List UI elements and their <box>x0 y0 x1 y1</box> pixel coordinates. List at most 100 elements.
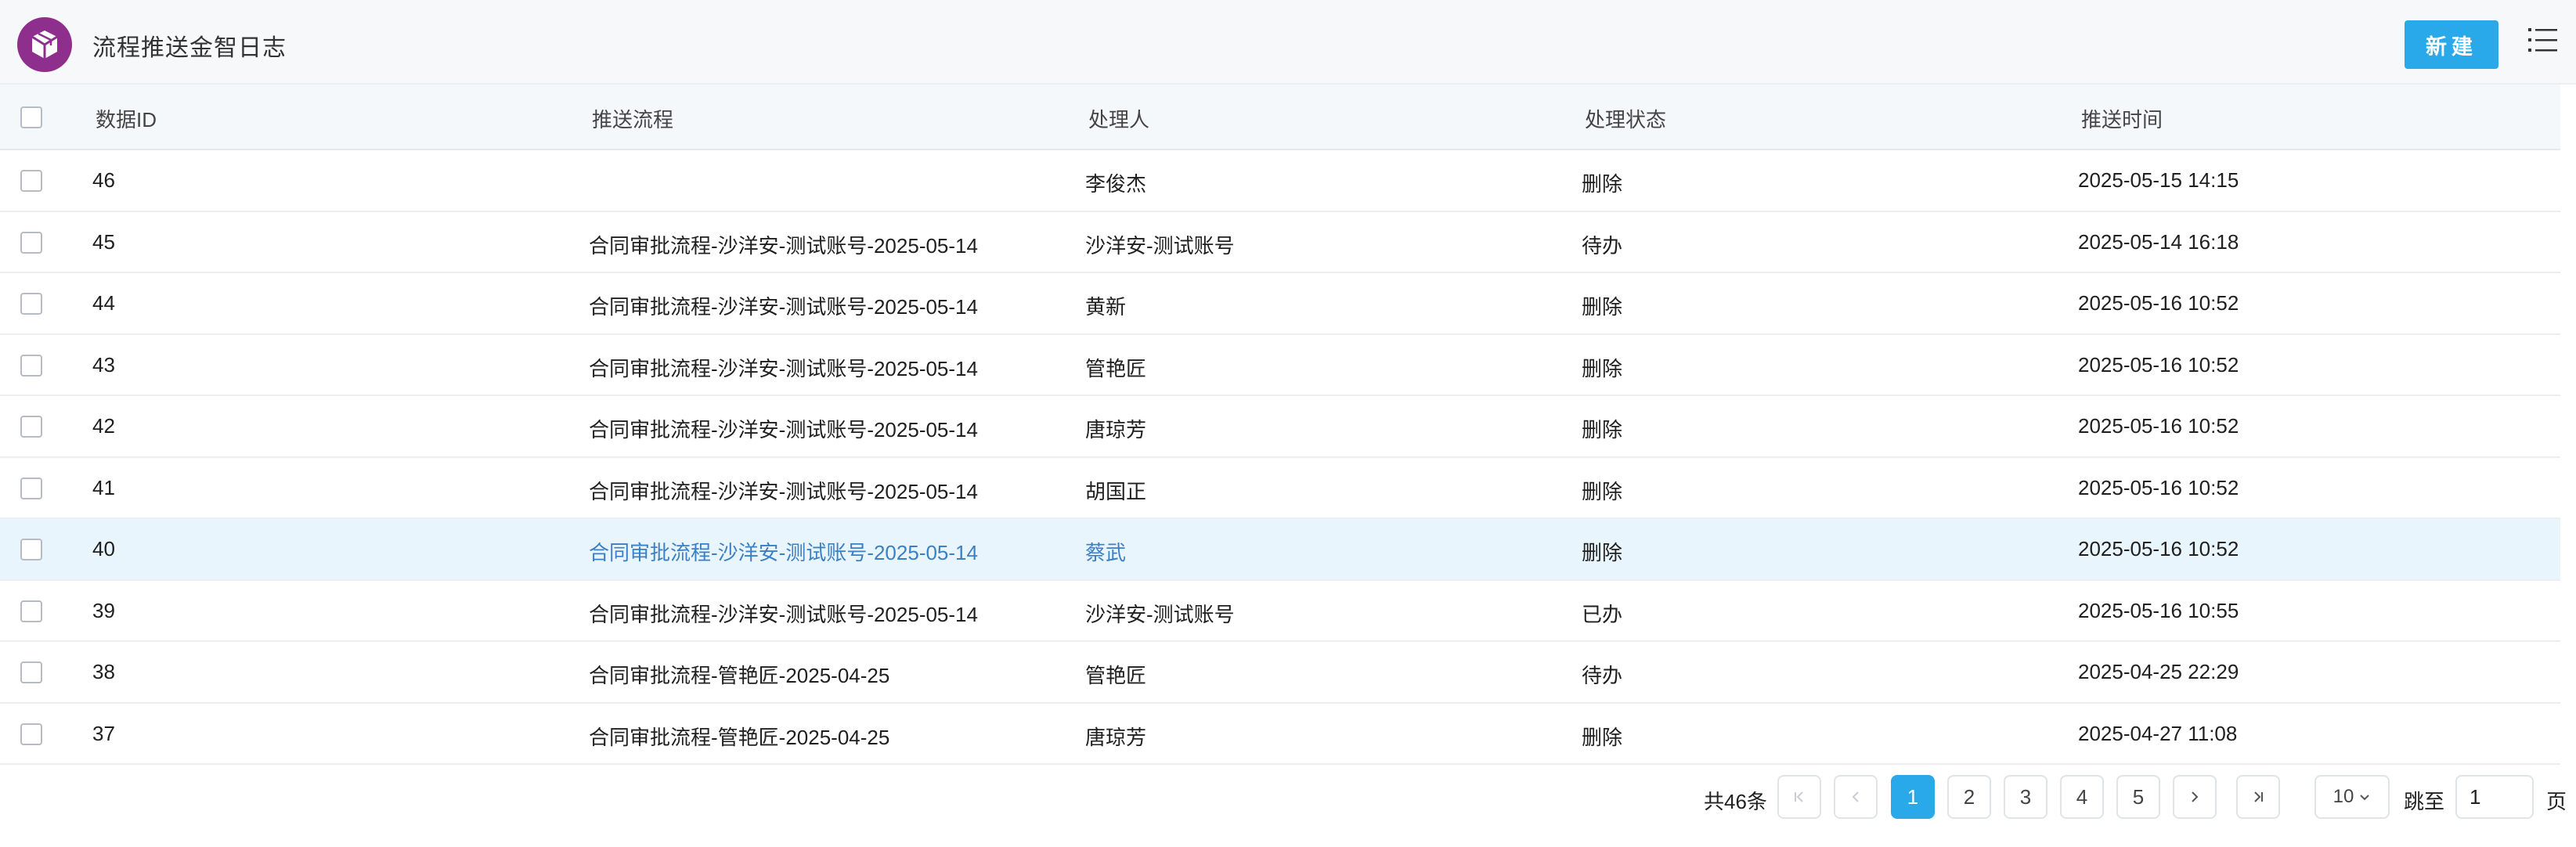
page-size-value: 10 <box>2332 786 2354 807</box>
table-row[interactable]: 41 合同审批流程-沙洋安-测试账号-2025-05-14 胡国正 删除 2025-05… <box>0 457 2560 519</box>
cell-status: 删除 <box>1582 541 1623 564</box>
row-checkbox[interactable] <box>20 354 42 377</box>
page-size-select[interactable]: 10 <box>2314 775 2390 819</box>
column-header-handler[interactable]: 处理人 <box>1088 104 1149 133</box>
chevron-left-icon <box>1852 791 1859 802</box>
app-root: 流程推送金智日志 新建 数据ID 推送流程 处理人 处理状态 推送时间 46 李俊… <box>0 0 2576 847</box>
next-page-button[interactable] <box>2173 775 2217 819</box>
cell-handler: 蔡武 <box>1085 541 1127 564</box>
column-header-status[interactable]: 处理状态 <box>1585 104 1666 133</box>
cube-icon <box>17 17 72 72</box>
first-page-button[interactable] <box>1777 775 1821 819</box>
cell-flow: 合同审批流程-沙洋安-测试账号-2025-05-14 <box>589 233 978 258</box>
cell-flow: 合同审批流程-沙洋安-测试账号-2025-05-14 <box>589 418 978 442</box>
cell-status: 待办 <box>1582 664 1623 687</box>
page-title: 流程推送金智日志 <box>92 35 287 61</box>
cell-id: 39 <box>92 598 115 622</box>
cell-time: 2025-05-16 10:52 <box>2078 414 2239 438</box>
row-checkbox[interactable] <box>20 293 42 315</box>
cell-time: 2025-05-14 16:18 <box>2078 229 2239 254</box>
column-header-id[interactable]: 数据ID <box>96 104 157 133</box>
cell-handler: 唐琼芳 <box>1085 725 1147 749</box>
cell-time: 2025-05-16 10:52 <box>2078 291 2239 315</box>
cell-status: 已办 <box>1582 602 1623 626</box>
table-body: 46 李俊杰 删除 2025-05-15 14:15 45 合同审批流程-沙洋安-测试账号… <box>0 150 2560 765</box>
cell-time: 2025-05-16 10:52 <box>2078 352 2239 377</box>
cell-handler: 管艳匠 <box>1085 356 1147 380</box>
cell-id: 41 <box>92 475 115 499</box>
cell-status: 待办 <box>1582 233 1623 258</box>
total-count: 共46条 <box>1704 790 1767 813</box>
cell-id: 38 <box>92 660 115 683</box>
cell-handler: 管艳匠 <box>1085 664 1147 687</box>
row-checkbox[interactable] <box>20 416 42 438</box>
cell-id: 42 <box>92 414 115 438</box>
page-button-4[interactable]: 4 <box>2060 775 2104 819</box>
last-page-button[interactable] <box>2236 775 2280 819</box>
row-checkbox[interactable] <box>20 231 42 254</box>
jump-page-input[interactable] <box>2455 775 2534 819</box>
row-checkbox[interactable] <box>20 600 42 622</box>
cell-flow: 合同审批流程-沙洋安-测试账号-2025-05-14 <box>589 479 978 503</box>
cell-status: 删除 <box>1582 295 1623 319</box>
list-icon[interactable] <box>2527 27 2559 53</box>
cell-time: 2025-04-25 22:29 <box>2078 660 2239 683</box>
page-button-1[interactable]: 1 <box>1891 775 1935 819</box>
cell-status: 删除 <box>1582 418 1623 442</box>
cell-status: 删除 <box>1582 172 1623 196</box>
table-row[interactable]: 45 合同审批流程-沙洋安-测试账号-2025-05-14 沙洋安-测试账号 待办 20… <box>0 211 2560 273</box>
data-table: 数据ID 推送流程 处理人 处理状态 推送时间 46 李俊杰 删除 2025-05-1… <box>0 85 2560 765</box>
table-row[interactable]: 37 合同审批流程-管艳匠-2025-04-25 唐琼芳 删除 2025-04-27 1… <box>0 703 2560 765</box>
first-page-icon <box>1795 791 1803 802</box>
cell-handler: 黄新 <box>1085 295 1127 319</box>
row-checkbox[interactable] <box>20 539 42 560</box>
column-header-time[interactable]: 推送时间 <box>2081 104 2163 133</box>
pagination: 共46条 1 2 3 4 5 10 跳至 页 <box>0 767 2576 822</box>
table-row[interactable]: 38 合同审批流程-管艳匠-2025-04-25 管艳匠 待办 2025-04-25 2… <box>0 642 2560 704</box>
cell-flow: 合同审批流程-沙洋安-测试账号-2025-05-14 <box>589 541 978 564</box>
cell-id: 37 <box>92 721 115 745</box>
cell-time: 2025-04-27 11:08 <box>2078 721 2238 745</box>
row-checkbox[interactable] <box>20 723 42 745</box>
prev-page-button[interactable] <box>1834 775 1878 819</box>
cell-id: 45 <box>92 229 115 254</box>
cell-status: 删除 <box>1582 725 1623 749</box>
cell-id: 44 <box>92 291 115 315</box>
page-button-2[interactable]: 2 <box>1947 775 1991 819</box>
chevron-right-icon <box>2192 791 2199 802</box>
cell-flow: 合同审批流程-沙洋安-测试账号-2025-05-14 <box>589 295 978 319</box>
table-row[interactable]: 40 合同审批流程-沙洋安-测试账号-2025-05-14 蔡武 删除 2025-05-… <box>0 519 2560 581</box>
cell-flow: 合同审批流程-沙洋安-测试账号-2025-05-14 <box>589 602 978 626</box>
cell-handler: 沙洋安-测试账号 <box>1085 233 1235 258</box>
table-row[interactable]: 42 合同审批流程-沙洋安-测试账号-2025-05-14 唐琼芳 删除 2025-05… <box>0 396 2560 458</box>
new-button[interactable]: 新建 <box>2405 20 2498 69</box>
table-header: 数据ID 推送流程 处理人 处理状态 推送时间 <box>0 85 2560 150</box>
select-all-checkbox[interactable] <box>20 106 42 128</box>
row-checkbox[interactable] <box>20 170 42 192</box>
cell-flow: 合同审批流程-沙洋安-测试账号-2025-05-14 <box>589 356 978 380</box>
page-unit-label: 页 <box>2546 790 2567 813</box>
cell-time: 2025-05-16 10:52 <box>2078 475 2239 499</box>
page-button-3[interactable]: 3 <box>2004 775 2047 819</box>
table-row[interactable]: 39 合同审批流程-沙洋安-测试账号-2025-05-14 沙洋安-测试账号 已办 20… <box>0 580 2560 642</box>
page-button-5[interactable]: 5 <box>2116 775 2160 819</box>
cell-handler: 李俊杰 <box>1085 172 1147 196</box>
row-checkbox[interactable] <box>20 661 42 683</box>
cell-id: 46 <box>92 168 115 192</box>
chevron-down-icon <box>2360 795 2370 801</box>
cell-id: 40 <box>92 537 115 560</box>
table-row[interactable]: 44 合同审批流程-沙洋安-测试账号-2025-05-14 黄新 删除 2025-05-… <box>0 273 2560 335</box>
cell-flow: 合同审批流程-管艳匠-2025-04-25 <box>589 725 890 749</box>
column-header-flow[interactable]: 推送流程 <box>592 104 673 133</box>
jump-label: 跳至 <box>2404 790 2445 813</box>
cell-time: 2025-05-15 14:15 <box>2078 168 2239 192</box>
cell-id: 43 <box>92 352 115 377</box>
page-header: 流程推送金智日志 新建 <box>0 0 2576 85</box>
cell-time: 2025-05-16 10:52 <box>2078 537 2239 560</box>
table-row[interactable]: 46 李俊杰 删除 2025-05-15 14:15 <box>0 150 2560 212</box>
row-checkbox[interactable] <box>20 477 42 499</box>
cell-time: 2025-05-16 10:55 <box>2078 598 2239 622</box>
table-row[interactable]: 43 合同审批流程-沙洋安-测试账号-2025-05-14 管艳匠 删除 2025-05… <box>0 334 2560 396</box>
cell-handler: 沙洋安-测试账号 <box>1085 602 1235 626</box>
last-page-icon <box>2254 791 2263 802</box>
